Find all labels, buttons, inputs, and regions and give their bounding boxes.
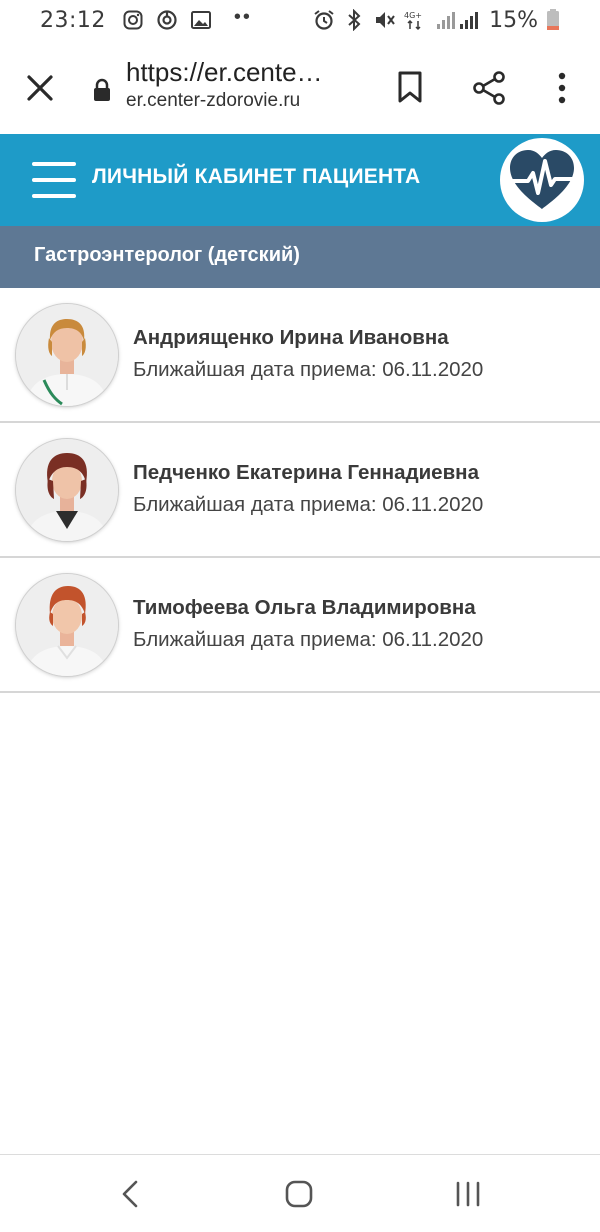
gallery-icon (190, 9, 212, 31)
sync-icon (156, 9, 178, 31)
url-domain: er.center-zdorovie.ru (126, 90, 301, 111)
page: 23:12 •• 4G+ 15% https://er.cente… er.ce… (0, 0, 600, 1232)
status-time: 23:12 (40, 7, 106, 33)
more-icon[interactable] (552, 70, 572, 106)
mute-icon (373, 9, 395, 31)
doctor-name: Андриященко Ирина Ивановна (133, 326, 449, 349)
doctor-list-item[interactable]: Тимофеева Ольга Владимировна Ближайшая д… (0, 558, 600, 693)
next-appointment-date: Ближайшая дата приема: 06.11.2020 (133, 358, 484, 381)
instagram-icon (122, 9, 144, 31)
signal-icon (435, 9, 479, 31)
alarm-icon (313, 9, 335, 31)
share-icon[interactable] (472, 70, 506, 106)
doctor-list-item[interactable]: Андриященко Ирина Ивановна Ближайшая дат… (0, 288, 600, 423)
svg-text:4G+: 4G+ (404, 11, 422, 20)
menu-icon[interactable] (32, 162, 76, 198)
doctor-avatar (16, 439, 118, 541)
home-icon[interactable] (279, 1177, 319, 1211)
recents-icon[interactable] (448, 1177, 488, 1211)
bookmark-icon[interactable] (396, 70, 424, 104)
next-appointment-date: Ближайшая дата приема: 06.11.2020 (133, 628, 484, 651)
lock-icon[interactable] (92, 78, 112, 102)
browser-toolbar: https://er.cente… er.center-zdorovie.ru (0, 40, 600, 134)
doctor-name: Педченко Екатерина Геннадиевна (133, 461, 479, 484)
page-title: ЛИЧНЫЙ КАБИНЕТ ПАЦИЕНТА (92, 165, 421, 188)
doctor-list-item[interactable]: Педченко Екатерина Геннадиевна Ближайшая… (0, 423, 600, 558)
address-bar[interactable]: https://er.cente… er.center-zdorovie.ru (126, 56, 376, 114)
network-icon: 4G+ (403, 9, 427, 31)
heart-pulse-icon[interactable] (500, 138, 584, 222)
battery-icon (546, 9, 560, 31)
doctor-name: Тимофеева Ольга Владимировна (133, 596, 476, 619)
battery-level: 15% (489, 7, 538, 33)
app-header: ЛИЧНЫЙ КАБИНЕТ ПАЦИЕНТА (0, 134, 600, 226)
status-bar: 23:12 •• 4G+ 15% (0, 0, 600, 40)
notification-dots: •• (233, 5, 252, 28)
specialty-title: Гастроэнтеролог (детский) (34, 244, 300, 266)
specialty-header: Гастроэнтеролог (детский) (0, 226, 600, 288)
url-text: https://er.cente… (126, 57, 323, 87)
back-icon[interactable] (110, 1177, 150, 1211)
doctor-list: Андриященко Ирина Ивановна Ближайшая дат… (0, 288, 600, 693)
doctor-avatar (16, 304, 118, 406)
bluetooth-icon (343, 9, 365, 31)
next-appointment-date: Ближайшая дата приема: 06.11.2020 (133, 493, 484, 516)
system-nav-bar (0, 1154, 600, 1232)
close-icon[interactable] (24, 72, 56, 104)
doctor-avatar (16, 574, 118, 676)
